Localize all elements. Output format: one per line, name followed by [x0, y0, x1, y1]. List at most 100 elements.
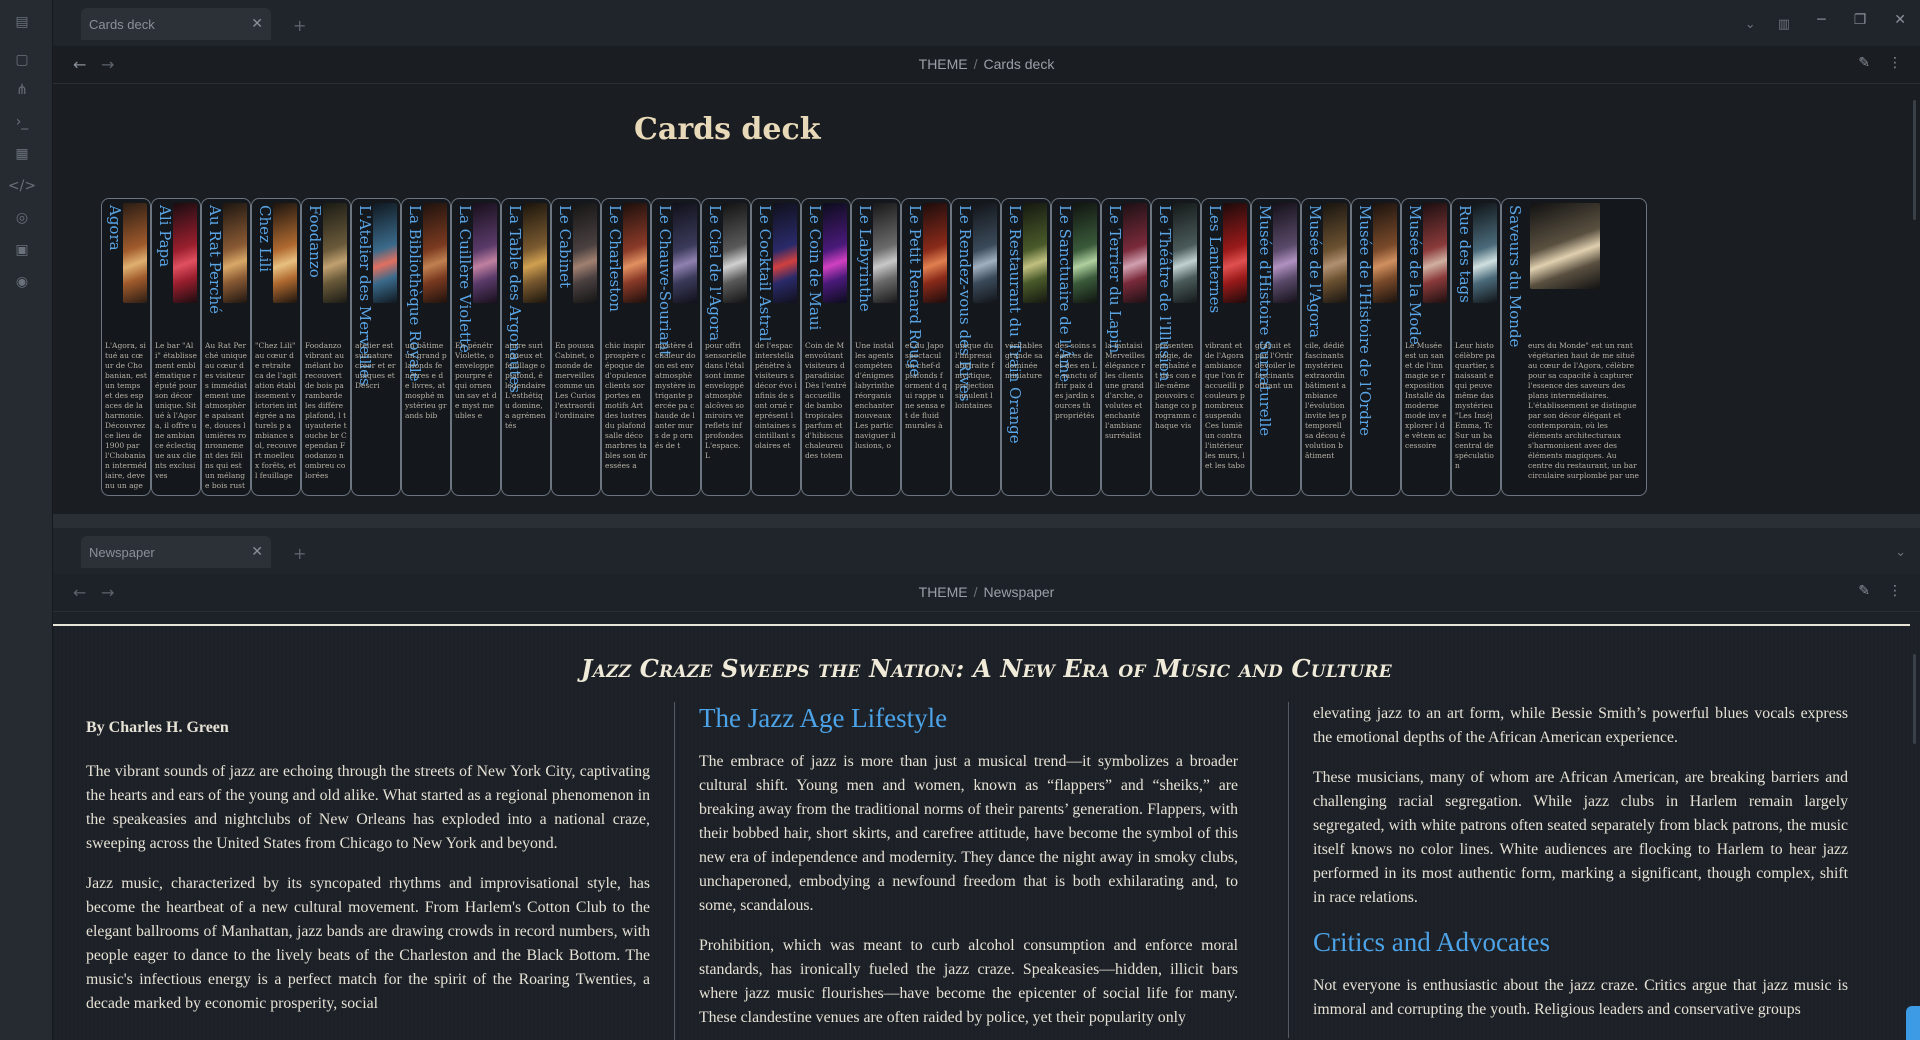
card-image: [1023, 203, 1047, 303]
card-text: gratuit et par l'Ordr dévoiler le fascin…: [1255, 341, 1296, 390]
paragraph: Jazz music, characterized by its syncopa…: [86, 875, 650, 1012]
card[interactable]: Foodanzo Foodanzo vibrant au mélant bo re…: [301, 198, 351, 496]
card[interactable]: Musée d'Histoire Surnaturelle gratuit et …: [1251, 198, 1301, 496]
more-options-icon[interactable]: ⋮: [1888, 55, 1902, 71]
card-image: [773, 203, 797, 303]
close-icon[interactable]: ✕: [251, 544, 263, 560]
edit-icon[interactable]: ✎: [1858, 583, 1870, 599]
top-rule: [53, 624, 1910, 626]
breadcrumb-page[interactable]: Newspaper: [984, 584, 1055, 600]
card-image: [1373, 203, 1397, 303]
tab-cards-deck[interactable]: Cards deck ✕: [81, 8, 271, 40]
sidebar-toggle-icon[interactable]: ▤: [12, 12, 32, 32]
card-title: Le Chauve-Souriant: [656, 205, 674, 357]
card-title: Saveurs du Monde: [1506, 205, 1524, 348]
scrollbar[interactable]: [1913, 654, 1916, 744]
card-text: véritables grande sa dominée miniature: [1005, 341, 1043, 380]
card-text: pour offri sensorielle dans l'étal sont …: [705, 341, 747, 460]
card[interactable]: La Cuillère Violette En pénétr Violette, …: [451, 198, 501, 496]
card[interactable]: La Bibliothèque Royale un bâtime un grand…: [401, 198, 451, 496]
split-view-icon[interactable]: ▥: [1778, 17, 1790, 32]
paragraph: These musicians, many of whom are Africa…: [1313, 769, 1848, 906]
card[interactable]: Le Chauve-Souriant mystère d chaleur do o…: [651, 198, 701, 496]
card[interactable]: Le Cabinet En poussa Cabinet, o monde de …: [551, 198, 601, 496]
card[interactable]: Le Petit Renard Rouge et du Japo spectacu…: [901, 198, 951, 496]
help-icon[interactable]: ◉: [12, 272, 32, 292]
card-text: unique du l'impressi abstraite f mystiqu…: [955, 341, 995, 410]
card-image: [923, 203, 947, 303]
card[interactable]: Musée de l'Histoire de l'Ordre: [1351, 198, 1401, 496]
card-text: présenten magie, de enchaîné et des con …: [1155, 341, 1197, 430]
nav-bar: ← → THEME / Newspaper ✎ ⋮: [53, 574, 1920, 612]
card-image: [1530, 203, 1600, 289]
card[interactable]: Le Ciel de l'Agora pour offri sensorielle…: [701, 198, 751, 496]
card-title: Les Lanternes: [1206, 205, 1224, 314]
minimize-icon[interactable]: ─: [1817, 12, 1825, 28]
card-image: [373, 203, 397, 303]
graph-icon[interactable]: ⋔: [12, 80, 32, 100]
card-image: [1473, 203, 1497, 303]
more-options-icon[interactable]: ⋮: [1888, 583, 1902, 599]
card[interactable]: Musée de l'Agora cile, dédié fascinants m…: [1301, 198, 1351, 496]
column-3: elevating jazz to an art form, while Bes…: [1288, 702, 1848, 1038]
card[interactable]: Le Labyrinthe Une instal les agents compé…: [851, 198, 901, 496]
tab-newspaper[interactable]: Newspaper ✕: [81, 536, 271, 568]
card-text: atelier est surnature créer et er unique…: [355, 341, 396, 390]
card-image: [323, 203, 347, 303]
tab-title: Newspaper: [89, 544, 155, 560]
card[interactable]: L'Atelier des Merveilles atelier est surn…: [351, 198, 401, 496]
card-image: [1323, 203, 1347, 303]
card-title: Foodanzo: [306, 205, 324, 278]
card[interactable]: Rue des tags Leur histo célèbre pa quarti…: [1451, 198, 1501, 496]
layout-icon[interactable]: ▦: [12, 144, 32, 164]
card[interactable]: Le Terrier du Lapin la fantaisi Merveille…: [1101, 198, 1151, 496]
card[interactable]: La Table des Argonautes anrre suri noueux…: [501, 198, 551, 496]
card[interactable]: Le Restaurant du Train Orange véritables …: [1001, 198, 1051, 496]
card-image: [523, 203, 547, 303]
card-image: [573, 203, 597, 303]
card-image: [223, 203, 247, 303]
calendar-icon[interactable]: ▣: [12, 240, 32, 260]
newspaper-article: Jazz Craze Sweeps the Nation: A New Era …: [53, 624, 1920, 1040]
new-tab-icon[interactable]: +: [293, 544, 306, 563]
column-1: By Charles H. Green The vibrant sounds o…: [86, 702, 650, 1032]
card[interactable]: Le Cocktail Astral de l'espac interstella…: [751, 198, 801, 496]
maximize-icon[interactable]: ❐: [1854, 12, 1867, 28]
card[interactable]: Le Théâtre de l'Illusion présenten magie,…: [1151, 198, 1201, 496]
card[interactable]: Le Coin de Maui Coin de M envoûtant visit…: [801, 198, 851, 496]
new-tab-icon[interactable]: +: [293, 16, 306, 35]
file-icon[interactable]: ▢: [12, 50, 32, 70]
left-ribbon: ▤ ▢ ⋔ ›_ ▦ </> ◎ ▣ ◉: [0, 0, 53, 1040]
edit-icon[interactable]: ✎: [1858, 55, 1870, 71]
card-text: Foodanzo vibrant au mélant bo recouvert …: [305, 341, 347, 480]
card[interactable]: Le Rendez-vous des Rives unique du l'impr…: [951, 198, 1001, 496]
card[interactable]: Les Lanternes vibrant et de l'Agora ambia…: [1201, 198, 1251, 496]
card-title: Agora: [106, 205, 124, 251]
close-icon[interactable]: ✕: [251, 16, 263, 32]
chevron-down-icon[interactable]: ⌄: [1745, 17, 1756, 32]
scroll-indicator[interactable]: [1906, 1006, 1920, 1040]
chevron-down-icon[interactable]: ⌄: [1895, 545, 1906, 560]
card-text: cile, dédié fascinants mystérieu extraor…: [1305, 341, 1347, 460]
breadcrumb-root[interactable]: THEME: [919, 584, 968, 600]
card[interactable]: Chez Lili "Chez Lili" au cœur de retraite…: [251, 198, 301, 496]
paragraph: The vibrant sounds of jazz are echoing t…: [86, 763, 650, 852]
card[interactable]: Le Sanctuaire de l'Âme des soins séances …: [1051, 198, 1101, 496]
breadcrumb-root[interactable]: THEME: [919, 56, 968, 72]
card[interactable]: Le Charleston chic inspir prospère c époq…: [601, 198, 651, 496]
cards-deck-pane: Cards deck ✕ + ⌄ ▥ ─ ❐ ✕ ← → THEME / Cards…: [53, 0, 1920, 514]
pane-splitter[interactable]: [53, 514, 1920, 528]
card[interactable]: Au Rat Perché Au Rat Perché unique au cœu…: [201, 198, 251, 496]
card[interactable]: Saveurs du Monde eurs du Monde" est un ra…: [1501, 198, 1647, 496]
card-text: Le Musée est un san et de l'inn magie se…: [1405, 341, 1447, 450]
terminal-icon[interactable]: ›_: [12, 112, 32, 132]
card[interactable]: Agora L'Agora, situé au cœur de Chobanian…: [101, 198, 151, 496]
close-window-icon[interactable]: ✕: [1894, 12, 1906, 28]
scrollbar[interactable]: [1913, 100, 1916, 220]
breadcrumb-page[interactable]: Cards deck: [984, 56, 1055, 72]
card-title: Le Terrier du Lapin: [1106, 205, 1124, 354]
card[interactable]: Musée de la Mode Le Musée est un san et d…: [1401, 198, 1451, 496]
location-icon[interactable]: ◎: [12, 208, 32, 228]
card[interactable]: Ali Papa Le bar "Ali" établissement emblé…: [151, 198, 201, 496]
code-icon[interactable]: </>: [8, 176, 36, 196]
